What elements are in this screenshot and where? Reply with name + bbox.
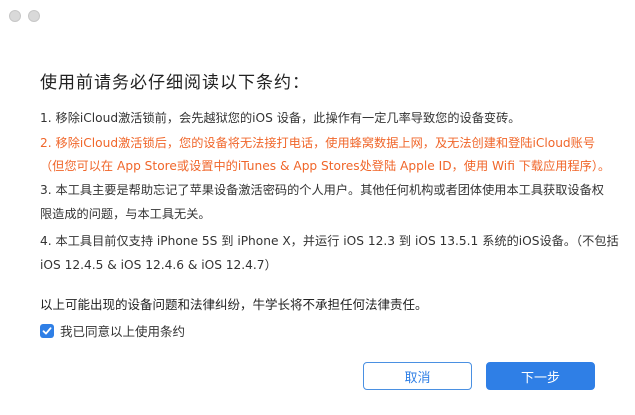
- term-4-line-2: iOS 12.4.5 & iOS 12.4.6 & iOS 12.4.7）: [40, 258, 277, 272]
- term-2-line-1: 2. 移除iCloud激活锁后，您的设备将无法接打电话，使用蜂窝数据上网，及无法…: [40, 136, 596, 150]
- cancel-button[interactable]: 取消: [363, 362, 472, 390]
- agree-checkbox[interactable]: [40, 323, 54, 338]
- term-4-line-1: 4. 本工具目前仅支持 iPhone 5S 到 iPhone X，并运行 iOS…: [40, 234, 619, 248]
- term-3-line-1: 3. 本工具主要是帮助忘记了苹果设备激活密码的个人用户。其他任何机构或者团体使用…: [40, 183, 604, 197]
- checkmark-icon: [42, 326, 52, 334]
- dialog-window: 使用前请务必仔细阅读以下条约： 1. 移除iCloud激活锁前，会先越狱您的iO…: [0, 0, 635, 415]
- close-dot[interactable]: [9, 10, 21, 22]
- term-2-line-2: （但您可以在 App Store或设置中的iTunes & App Stores…: [40, 159, 611, 173]
- page-title: 使用前请务必仔细阅读以下条约：: [40, 73, 310, 93]
- term-3-line-2: 限造成的问题，与本工具无关。: [40, 207, 211, 221]
- next-button[interactable]: 下一步: [486, 362, 595, 390]
- agree-checkbox-row[interactable]: 我已同意以上使用条约: [40, 321, 185, 340]
- minimize-dot[interactable]: [28, 10, 40, 22]
- legal-disclaimer: 以上可能出现的设备问题和法律纠纷，牛学长将不承担任何法律责任。: [40, 297, 428, 312]
- term-1: 1. 移除iCloud激活锁前，会先越狱您的iOS 设备，此操作有一定几率导致您…: [40, 111, 521, 125]
- window-controls: [9, 10, 40, 22]
- agree-label: 我已同意以上使用条约: [60, 324, 186, 339]
